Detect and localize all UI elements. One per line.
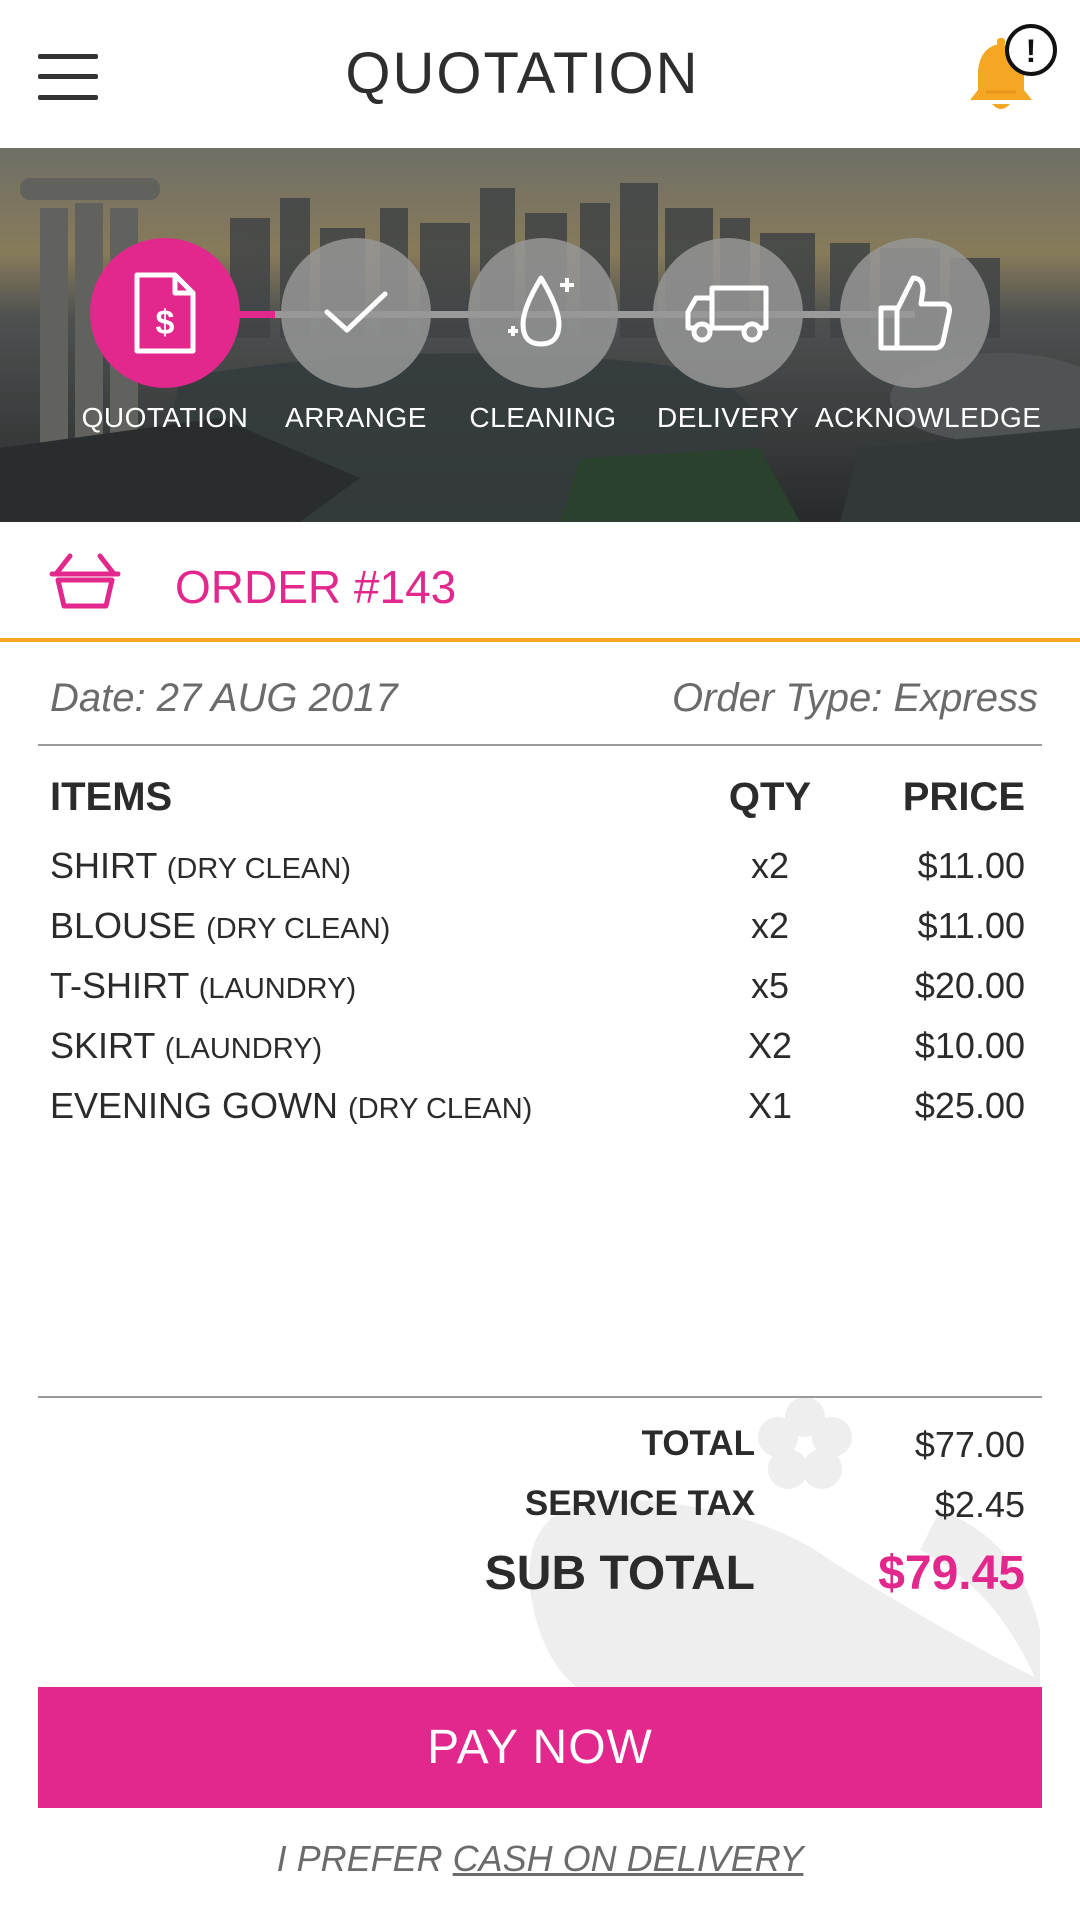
step-label: QUOTATION — [81, 402, 249, 433]
service-tax-value: $2.45 — [934, 1484, 1025, 1525]
item-name-cell: T-SHIRT (LAUNDRY) — [50, 965, 356, 1007]
pay-now-button[interactable]: PAY NOW — [38, 1687, 1042, 1808]
step-label: ACKNOWLEDGE — [815, 402, 1042, 433]
item-price: $11.00 — [917, 905, 1025, 946]
table-row: EVENING GOWN (DRY CLEAN) X1 $25.00 — [50, 1085, 1025, 1145]
document-dollar-icon: $ — [134, 272, 196, 354]
page-title: QUOTATION — [345, 41, 700, 106]
order-type: Order Type: Express — [671, 676, 1038, 720]
cash-on-delivery-link[interactable]: CASH ON DELIVERY — [453, 1838, 804, 1879]
step-acknowledge-circle — [840, 238, 990, 388]
table-row: SKIRT (LAUNDRY) X2 $10.00 — [50, 1025, 1025, 1085]
progress-banner: $ QUOTATION ARRANGE CLEANING DELIVERY AC… — [0, 148, 1080, 522]
item-service: (LAUNDRY) — [198, 973, 357, 1005]
item-name: EVENING GOWN — [50, 1085, 339, 1126]
step-quotation-circle: $ — [90, 238, 240, 388]
step-acknowledge[interactable]: ACKNOWLEDGE — [815, 238, 1042, 434]
cash-on-delivery-line: I PREFER CASH ON DELIVERY — [0, 1838, 1080, 1880]
subtotal-row: SUB TOTAL $79.45 — [125, 1546, 1025, 1616]
order-date: Date: 27 AUG 2017 — [50, 676, 398, 720]
step-arrange[interactable]: ARRANGE — [256, 238, 456, 434]
thumbs-up-icon — [878, 275, 952, 351]
water-drop-icon — [508, 275, 574, 347]
item-service: (DRY CLEAN) — [348, 1093, 533, 1125]
item-name: BLOUSE — [50, 905, 197, 946]
header-price: PRICE — [902, 775, 1025, 819]
subtotal-value: $79.45 — [878, 1547, 1025, 1600]
item-name-cell: SKIRT (LAUNDRY) — [50, 1025, 322, 1067]
order-number: ORDER #143 — [175, 561, 457, 613]
header-qty: QTY — [728, 775, 812, 819]
items-table: ITEMS QTY PRICE SHIRT (DRY CLEAN) x2 $11… — [50, 775, 1025, 1145]
step-label: ARRANGE — [285, 402, 427, 433]
notification-badge: ! — [1026, 33, 1037, 69]
item-name: T-SHIRT — [50, 965, 189, 1006]
table-header-row: ITEMS QTY PRICE — [50, 775, 1025, 845]
header-items: ITEMS — [50, 775, 173, 819]
divider — [38, 1396, 1042, 1398]
item-price: $25.00 — [914, 1085, 1025, 1126]
total-value: $77.00 — [914, 1424, 1025, 1465]
notification-bell-icon[interactable]: ! — [960, 22, 1060, 118]
item-name: SKIRT — [50, 1025, 155, 1066]
step-cleaning[interactable]: CLEANING — [443, 238, 643, 434]
item-qty: x5 — [750, 965, 790, 1006]
item-name-cell: EVENING GOWN (DRY CLEAN) — [50, 1085, 532, 1127]
item-price: $20.00 — [914, 965, 1025, 1006]
step-cleaning-circle — [468, 238, 618, 388]
total-label: TOTAL — [641, 1424, 755, 1463]
svg-text:$: $ — [156, 304, 175, 342]
table-row: T-SHIRT (LAUNDRY) x5 $20.00 — [50, 965, 1025, 1025]
item-service: (DRY CLEAN) — [206, 913, 391, 945]
step-arrange-circle — [281, 238, 431, 388]
table-row: BLOUSE (DRY CLEAN) x2 $11.00 — [50, 905, 1025, 965]
item-qty: x2 — [750, 845, 790, 886]
item-service: (DRY CLEAN) — [166, 853, 351, 885]
table-row: SHIRT (DRY CLEAN) x2 $11.00 — [50, 845, 1025, 905]
step-label: CLEANING — [469, 402, 617, 433]
truck-icon — [685, 285, 769, 343]
item-name-cell: SHIRT (DRY CLEAN) — [50, 845, 351, 887]
item-name: SHIRT — [50, 845, 157, 886]
item-qty: x2 — [750, 905, 790, 946]
divider — [38, 744, 1042, 746]
basket-icon — [49, 553, 121, 609]
check-icon — [324, 291, 388, 333]
total-row: TOTAL $77.00 — [125, 1424, 1025, 1484]
step-label: DELIVERY — [657, 402, 799, 433]
service-tax-label: SERVICE TAX — [524, 1484, 755, 1523]
item-price: $10.00 — [914, 1025, 1025, 1066]
item-name-cell: BLOUSE (DRY CLEAN) — [50, 905, 390, 947]
app-header: QUOTATION ! — [0, 0, 1080, 148]
step-quotation[interactable]: $ QUOTATION — [65, 238, 265, 434]
item-qty: X2 — [747, 1025, 793, 1066]
cash-prefix: I PREFER — [276, 1838, 443, 1879]
item-qty: X1 — [747, 1085, 793, 1126]
service-tax-row: SERVICE TAX $2.45 — [125, 1484, 1025, 1544]
step-delivery[interactable]: DELIVERY — [628, 238, 828, 434]
item-service: (LAUNDRY) — [164, 1033, 323, 1065]
step-delivery-circle — [653, 238, 803, 388]
order-header: ORDER #143 — [0, 522, 1080, 642]
item-price: $11.00 — [917, 845, 1025, 886]
subtotal-label: SUB TOTAL — [484, 1547, 755, 1600]
